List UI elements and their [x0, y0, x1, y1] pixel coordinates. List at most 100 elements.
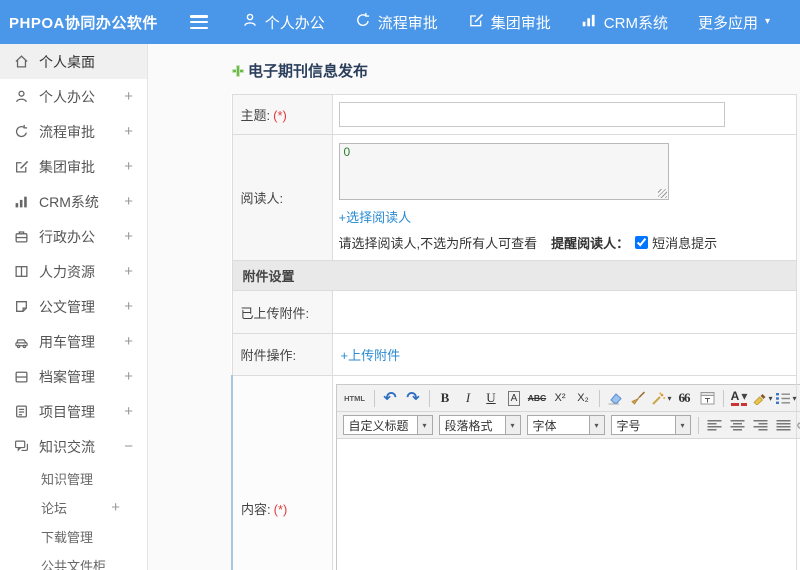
chevron-down-icon: ▾ — [764, 16, 770, 27]
editor-toolbar-row2: 自定义标题 ▾ 段落格式 ▾ 字体 ▾ 字号 ▾ — [336, 412, 800, 439]
align-justify-icon[interactable] — [773, 415, 794, 436]
book-icon — [14, 264, 29, 279]
readers-count: 0 — [343, 145, 351, 159]
briefcase-icon — [14, 229, 29, 244]
required-mark: (*) — [273, 108, 287, 123]
font-style-button[interactable]: A — [507, 390, 521, 406]
expand-plus-icon[interactable]: + — [124, 368, 133, 385]
choose-readers-link[interactable]: +选择阅读人 — [339, 207, 412, 226]
paragraph-format-select[interactable]: 段落格式 ▾ — [438, 415, 521, 435]
sidebar-subitem-knowledge-mgmt[interactable]: 知识管理 — [0, 464, 147, 493]
sidebar-item-archive-mgmt[interactable]: 档案管理 + — [0, 359, 147, 394]
uploaded-attachments-value — [331, 290, 797, 334]
readers-textarea[interactable]: 0 — [338, 143, 669, 200]
expand-plus-icon[interactable]: + — [124, 228, 133, 245]
toolbar-separator — [697, 416, 699, 434]
html-source-button[interactable]: HTML — [341, 388, 369, 409]
toolbar-separator — [373, 389, 375, 407]
expand-plus-icon[interactable]: + — [124, 298, 133, 315]
ordered-list-icon[interactable]: ▾ — [775, 388, 797, 409]
highlight-color-icon[interactable]: ▾ — [752, 388, 773, 409]
bold-button[interactable]: B — [435, 388, 456, 409]
toolbar-separator — [428, 389, 430, 407]
car-icon — [14, 334, 29, 349]
expand-plus-icon[interactable]: + — [124, 333, 133, 350]
sidebar-item-vehicle-mgmt[interactable]: 用车管理 + — [0, 324, 147, 359]
app-root: { "colors": { "header_blue": "#4a96e8", … — [0, 0, 800, 570]
font-color-button[interactable]: A ▾ — [729, 388, 750, 409]
align-left-icon[interactable] — [704, 415, 725, 436]
subject-row: 主题: (*) — [231, 94, 797, 135]
hamburger-menu-icon[interactable] — [190, 15, 208, 29]
page-title: 电子期刊信息发布 — [231, 60, 800, 81]
group-approval-icon — [468, 12, 484, 32]
format-brush-icon[interactable] — [628, 388, 649, 409]
uploaded-attachments-row: 已上传附件: — [231, 290, 797, 334]
attachment-action-label: 附件操作: — [231, 333, 333, 376]
expand-plus-icon[interactable]: + — [124, 158, 133, 175]
expand-plus-icon[interactable]: + — [124, 403, 133, 420]
sidebar-item-process-approval[interactable]: 流程审批 + — [0, 114, 147, 149]
publish-form-table: 主题: (*) 阅读人: 0 +选择阅读人 请选择阅读人,不选为所有人可查看 提醒… — [231, 94, 800, 570]
expand-plus-icon[interactable]: + — [111, 499, 120, 516]
sidebar-item-knowledge-exchange[interactable]: 知识交流 − — [0, 429, 147, 464]
sidebar-subitem-forum[interactable]: 论坛 + — [0, 493, 147, 522]
rich-text-editor: HTML ↶ ↷ B I U A ABC X² X₂ ▾ 66 A ▾ ▾ ▾ … — [335, 384, 800, 570]
chevron-down-icon: ▾ — [504, 416, 520, 434]
nav-personal-office[interactable]: 个人办公 — [242, 12, 325, 33]
top-navigation: 个人办公 流程审批 集团审批 CRM系统 更多应用 ▾ — [242, 12, 800, 33]
expand-plus-icon[interactable]: + — [124, 263, 133, 280]
sidebar-item-document-mgmt[interactable]: 公文管理 + — [0, 289, 147, 324]
italic-button[interactable]: I — [458, 388, 479, 409]
sidebar-item-hr[interactable]: 人力资源 + — [0, 254, 147, 289]
resize-handle[interactable] — [657, 189, 667, 198]
process-approval-icon — [14, 124, 29, 139]
sidebar-item-personal-office[interactable]: 个人办公 + — [0, 79, 147, 114]
nav-process-approval[interactable]: 流程审批 — [355, 12, 438, 33]
nav-more-apps[interactable]: 更多应用 ▾ — [698, 12, 770, 33]
uploaded-attachments-label: 已上传附件: — [231, 290, 333, 334]
align-center-icon[interactable] — [727, 415, 748, 436]
font-family-select[interactable]: 字体 ▾ — [526, 415, 605, 435]
upload-attachment-link[interactable]: +上传附件 — [341, 348, 401, 363]
subject-input[interactable] — [338, 102, 725, 127]
strikethrough-button[interactable]: ABC — [527, 388, 548, 409]
home-icon — [14, 54, 29, 69]
required-mark: (*) — [273, 501, 288, 517]
sidebar-item-personal-desktop[interactable]: 个人桌面 — [0, 44, 147, 79]
blockquote-button[interactable]: 66 — [674, 388, 695, 409]
process-approval-icon — [355, 12, 371, 32]
app-title: PHPOA协同办公软件 — [9, 14, 158, 32]
expand-plus-icon[interactable]: + — [124, 193, 133, 210]
subscript-button[interactable]: X₂ — [573, 388, 594, 409]
chevron-down-icon: ▾ — [667, 393, 672, 403]
sidebar-item-group-approval[interactable]: 集团审批 + — [0, 149, 147, 184]
sidebar-item-admin-office[interactable]: 行政办公 + — [0, 219, 147, 254]
magic-wand-icon[interactable]: ▾ — [651, 388, 672, 409]
sidebar-item-crm-system[interactable]: CRM系统 + — [0, 184, 147, 219]
align-right-icon[interactable] — [750, 415, 771, 436]
archive-icon — [14, 369, 29, 384]
collapse-minus-icon[interactable]: − — [124, 438, 133, 455]
sidebar-subitem-public-file-cabinet[interactable]: 公共文件柜 — [0, 551, 147, 570]
person-icon — [14, 89, 29, 104]
sms-notify-checkbox[interactable] — [635, 236, 649, 249]
nav-group-approval[interactable]: 集团审批 — [468, 12, 551, 33]
sidebar-subitem-download-mgmt[interactable]: 下载管理 — [0, 522, 147, 551]
expand-plus-icon[interactable]: + — [124, 88, 133, 105]
sidebar-item-project-mgmt[interactable]: 项目管理 + — [0, 394, 147, 429]
font-size-select[interactable]: 字号 ▾ — [610, 415, 691, 435]
editor-content-area[interactable] — [336, 439, 800, 570]
paste-template-icon[interactable] — [697, 388, 718, 409]
attachment-action-row: 附件操作: +上传附件 — [231, 333, 797, 376]
custom-heading-select[interactable]: 自定义标题 ▾ — [342, 415, 433, 435]
nav-crm-system[interactable]: CRM系统 — [581, 12, 668, 33]
underline-button[interactable]: U — [481, 388, 502, 409]
insert-link-icon[interactable] — [796, 415, 800, 436]
redo-icon[interactable]: ↷ — [403, 388, 424, 409]
readers-hint-row: 请选择阅读人,不选为所有人可查看 提醒阅读人： 短消息提示 — [339, 233, 797, 252]
eraser-icon[interactable] — [605, 388, 626, 409]
undo-icon[interactable]: ↶ — [380, 388, 401, 409]
expand-plus-icon[interactable]: + — [124, 123, 133, 140]
superscript-button[interactable]: X² — [550, 388, 571, 409]
